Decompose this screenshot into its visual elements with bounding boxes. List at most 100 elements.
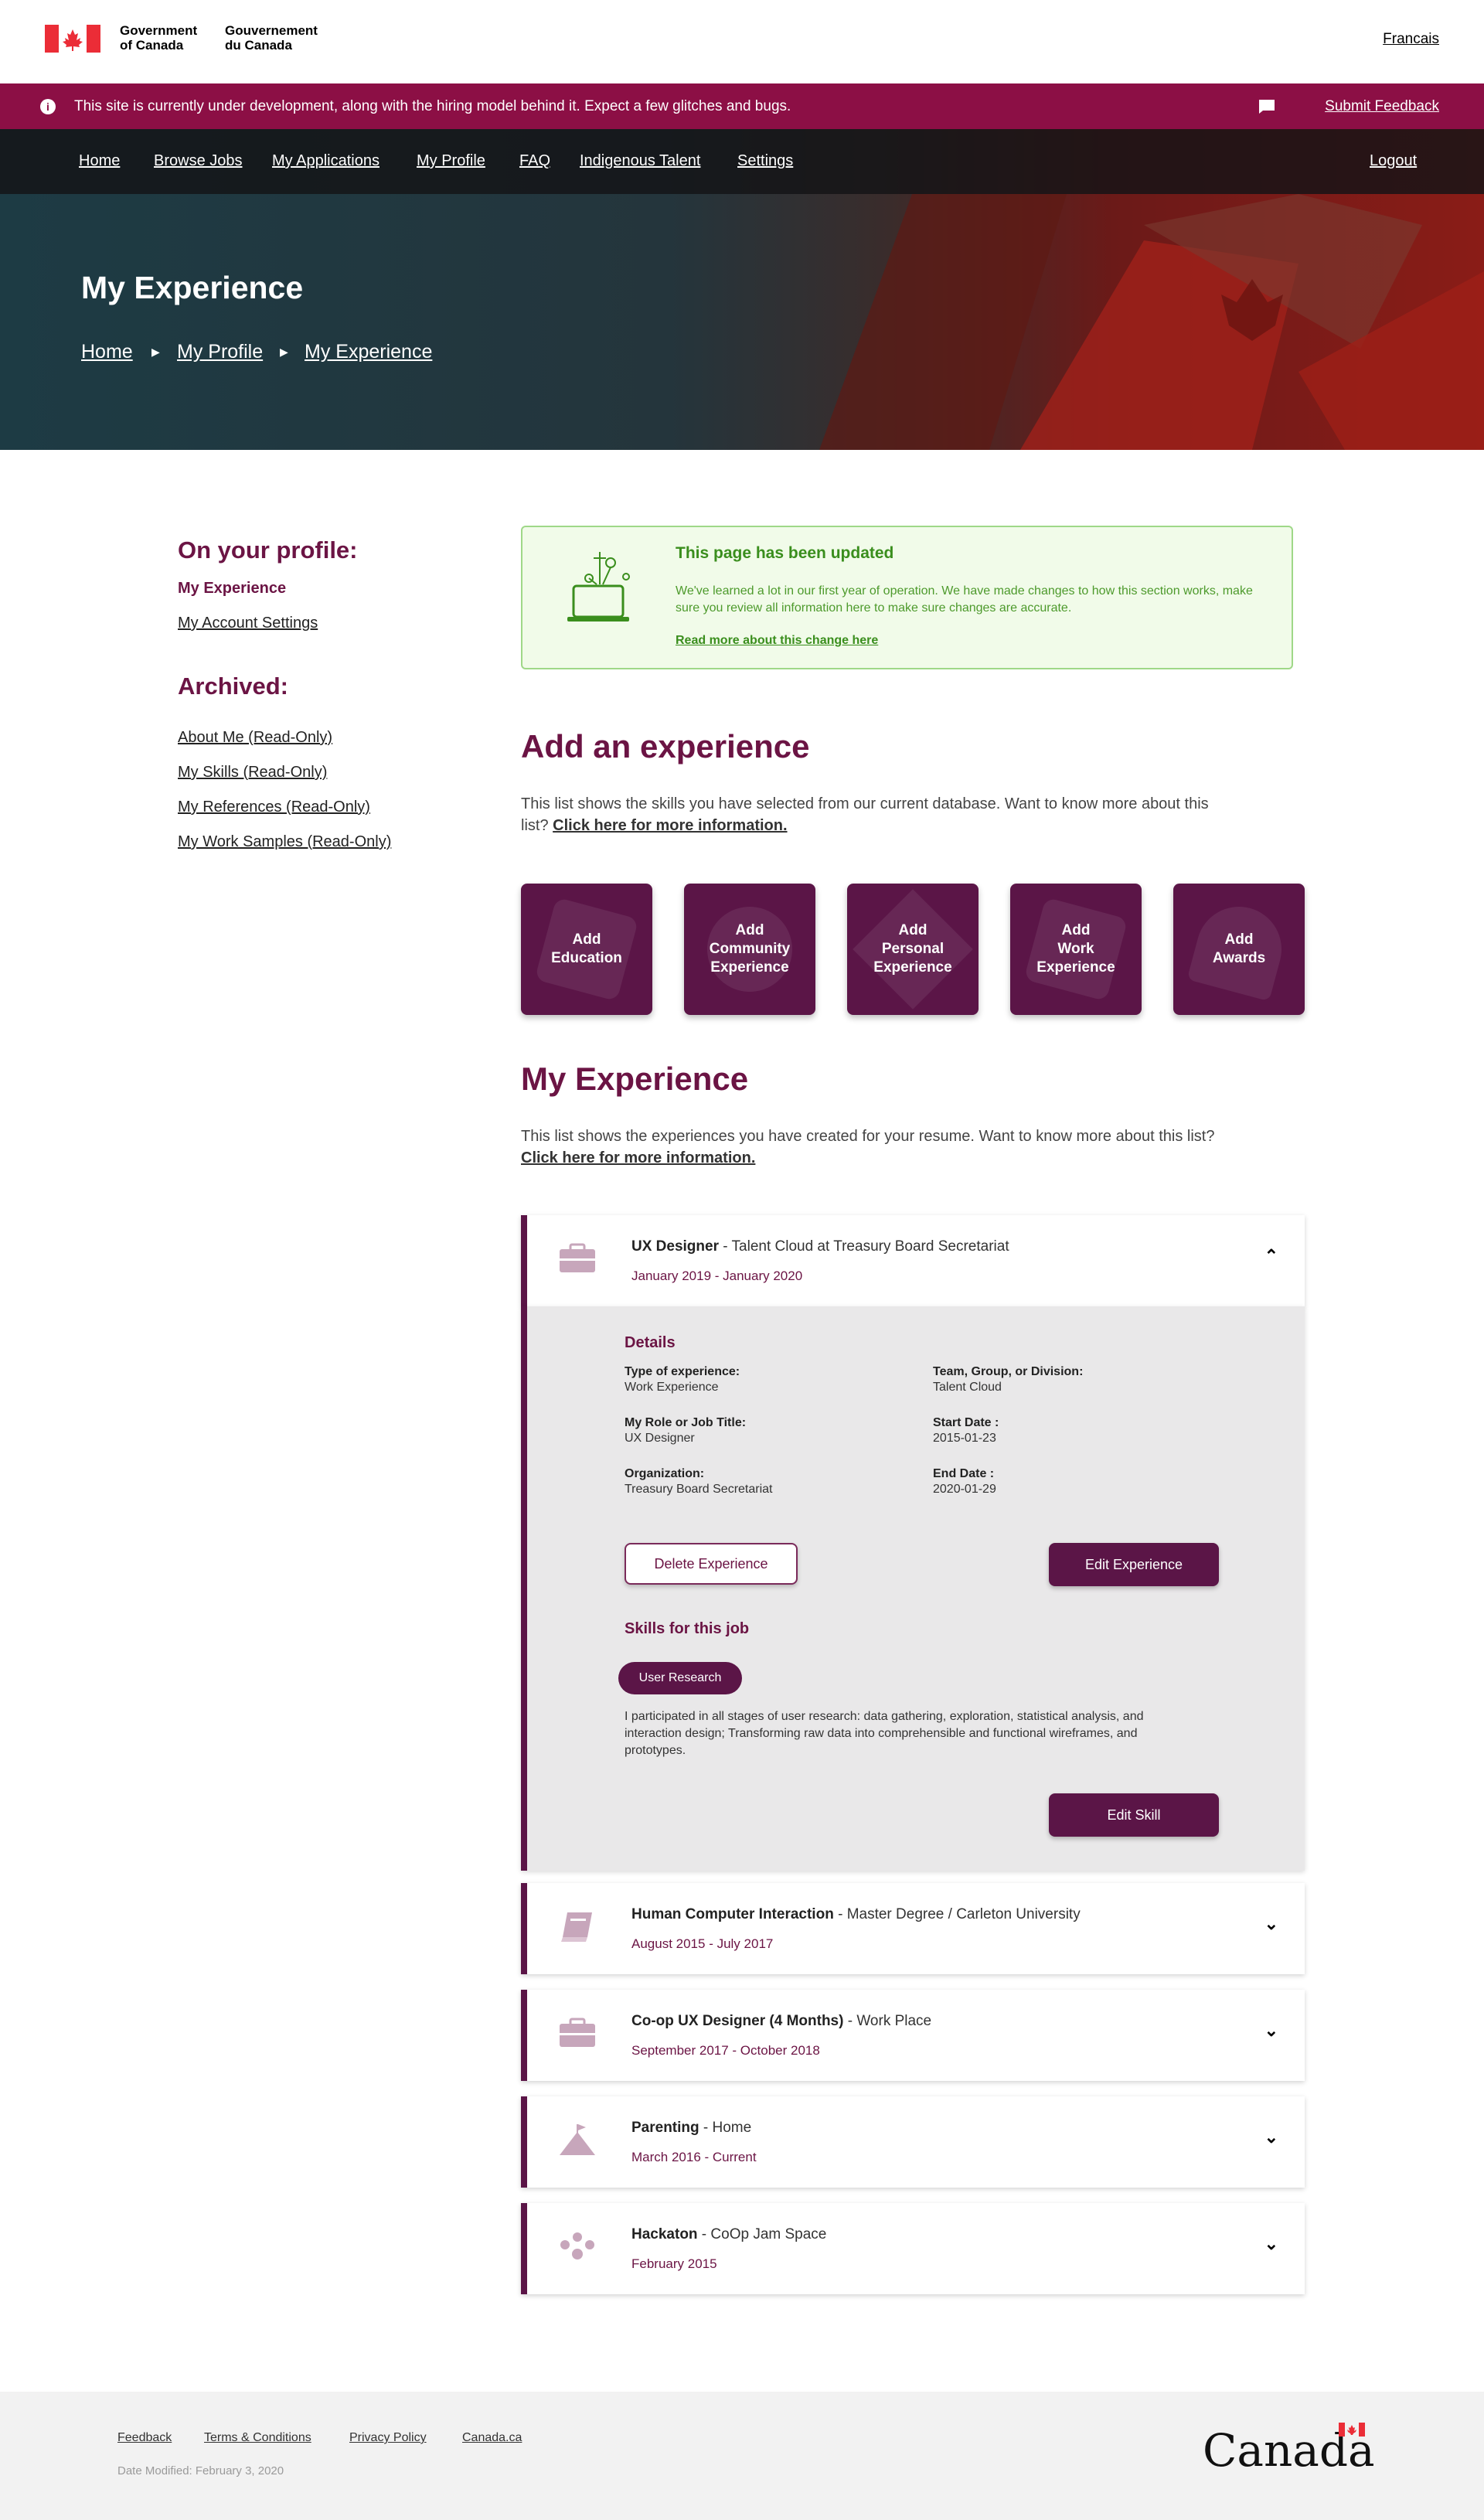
tile-label: Add Education bbox=[551, 931, 622, 966]
add-work-experience-button[interactable]: Add Work Experience bbox=[1010, 884, 1142, 1015]
end-date-value: 2020-01-29 bbox=[933, 1483, 996, 1496]
details-heading: Details bbox=[625, 1334, 676, 1351]
chat-bubble-icon bbox=[1259, 100, 1275, 114]
breadcrumb-home[interactable]: Home bbox=[81, 341, 133, 363]
experience-card[interactable]: Hackaton - CoOp Jam Space February 2015 … bbox=[521, 2203, 1305, 2294]
add-experience-heading: Add an experience bbox=[521, 728, 810, 765]
footer-terms-link[interactable]: Terms & Conditions bbox=[204, 2431, 311, 2445]
gov-header: Government of Canada Gouvernement du Can… bbox=[0, 0, 1484, 83]
chevron-down-icon[interactable]: ⌄ bbox=[1264, 2021, 1278, 2041]
tile-label: Add Personal Experience bbox=[873, 922, 952, 976]
tile-label: Add Work Experience bbox=[1036, 922, 1115, 976]
submit-feedback-link[interactable]: Submit Feedback bbox=[1325, 98, 1439, 115]
experience-date: September 2017 - October 2018 bbox=[631, 2043, 820, 2058]
organization-label: Organization: bbox=[625, 1467, 705, 1480]
my-experience-info-link[interactable]: Click here for more information. bbox=[521, 1149, 755, 1166]
experience-title: Parenting - Home bbox=[631, 2120, 751, 2137]
notice-read-more-link[interactable]: Read more about this change here bbox=[676, 634, 878, 648]
experience-date: March 2016 - Current bbox=[631, 2150, 757, 2164]
experience-card[interactable]: Co-op UX Designer (4 Months) - Work Plac… bbox=[521, 1990, 1305, 2081]
mountain-flag-icon bbox=[560, 2124, 595, 2155]
team-value: Talent Cloud bbox=[933, 1381, 1002, 1394]
page-title: My Experience bbox=[81, 270, 304, 305]
nav-logout[interactable]: Logout bbox=[1370, 152, 1417, 170]
experience-title: Human Computer Interaction - Master Degr… bbox=[631, 1906, 1081, 1923]
footer-feedback-link[interactable]: Feedback bbox=[117, 2431, 172, 2445]
my-experience-description: This list shows the experiences you have… bbox=[521, 1125, 1232, 1169]
skill-pill[interactable]: User Research bbox=[618, 1662, 742, 1694]
add-personal-experience-button[interactable]: Add Personal Experience bbox=[847, 884, 979, 1015]
sidebar-archived-heading: Archived: bbox=[178, 673, 288, 700]
experience-date: February 2015 bbox=[631, 2256, 717, 2271]
experience-title-text: Human Computer Interaction bbox=[631, 1906, 834, 1922]
experience-title: UX Designer - Talent Cloud at Treasury B… bbox=[631, 1238, 1009, 1255]
info-icon: i bbox=[40, 99, 56, 114]
experience-subtitle: - Home bbox=[699, 2120, 752, 2136]
notice-title: This page has been updated bbox=[676, 544, 894, 562]
nav-faq[interactable]: FAQ bbox=[519, 152, 550, 170]
organization-value: Treasury Board Secretariat bbox=[625, 1483, 773, 1496]
chevron-up-icon[interactable]: ⌃ bbox=[1264, 1246, 1278, 1266]
site-footer: Feedback Terms & Conditions Privacy Poli… bbox=[0, 2392, 1484, 2520]
experience-title-text: Co-op UX Designer (4 Months) bbox=[631, 2013, 844, 2029]
experience-card[interactable]: Parenting - Home March 2016 - Current ⌄ bbox=[521, 2096, 1305, 2188]
experience-date: January 2019 - January 2020 bbox=[631, 1269, 803, 1283]
add-experience-description: This list shows the skills you have sele… bbox=[521, 793, 1232, 836]
role-value: UX Designer bbox=[625, 1432, 695, 1445]
add-community-experience-button[interactable]: Add Community Experience bbox=[684, 884, 815, 1015]
my-experience-heading: My Experience bbox=[521, 1061, 749, 1097]
sidebar-profile-heading: On your profile: bbox=[178, 536, 358, 564]
experience-subtitle: - Work Place bbox=[843, 2013, 932, 2029]
sidebar-item-my-work-samples[interactable]: My Work Samples (Read-Only) bbox=[178, 833, 391, 851]
team-label: Team, Group, or Division: bbox=[933, 1365, 1084, 1378]
flag-background-image bbox=[819, 194, 1484, 450]
nav-indigenous-talent[interactable]: Indigenous Talent bbox=[580, 152, 700, 170]
laptop-celebration-icon bbox=[567, 552, 630, 621]
breadcrumb-separator-icon: ▶ bbox=[280, 346, 288, 358]
breadcrumb-my-profile[interactable]: My Profile bbox=[177, 341, 263, 363]
delete-experience-button[interactable]: Delete Experience bbox=[625, 1543, 798, 1585]
experience-card-header-expanded[interactable]: UX Designer - Talent Cloud at Treasury B… bbox=[521, 1215, 1305, 1306]
nav-my-profile[interactable]: My Profile bbox=[417, 152, 485, 170]
nav-my-applications[interactable]: My Applications bbox=[272, 152, 380, 170]
sidebar-item-about-me[interactable]: About Me (Read-Only) bbox=[178, 729, 332, 747]
date-modified: Date Modified: February 3, 2020 bbox=[117, 2464, 284, 2477]
footer-canada-link[interactable]: Canada.ca bbox=[462, 2431, 522, 2445]
add-education-button[interactable]: Add Education bbox=[521, 884, 652, 1015]
experience-title-text: Hackaton bbox=[631, 2226, 698, 2242]
role-label: My Role or Job Title: bbox=[625, 1416, 747, 1429]
add-awards-button[interactable]: Add Awards bbox=[1173, 884, 1305, 1015]
book-icon bbox=[561, 1912, 592, 1942]
experience-subtitle: - Master Degree / Carleton University bbox=[833, 1906, 1081, 1922]
breadcrumb-my-experience[interactable]: My Experience bbox=[305, 341, 432, 363]
chevron-down-icon[interactable]: ⌄ bbox=[1264, 2234, 1278, 2254]
footer-privacy-link[interactable]: Privacy Policy bbox=[349, 2431, 427, 2445]
nav-settings[interactable]: Settings bbox=[737, 152, 793, 170]
edit-skill-button[interactable]: Edit Skill bbox=[1049, 1793, 1219, 1837]
type-value: Work Experience bbox=[625, 1381, 719, 1394]
experience-card[interactable]: Human Computer Interaction - Master Degr… bbox=[521, 1883, 1305, 1974]
sidebar-item-account-settings[interactable]: My Account Settings bbox=[178, 615, 318, 632]
nav-home[interactable]: Home bbox=[79, 152, 120, 170]
language-toggle-link[interactable]: Francais bbox=[1383, 31, 1439, 48]
tile-label: Add Awards bbox=[1212, 931, 1266, 966]
gov-name-en: Government of Canada bbox=[120, 23, 198, 53]
experience-title-text: UX Designer bbox=[631, 1238, 719, 1255]
briefcase-icon bbox=[560, 1243, 595, 1272]
sidebar-item-my-skills[interactable]: My Skills (Read-Only) bbox=[178, 764, 327, 782]
nav-browse-jobs[interactable]: Browse Jobs bbox=[154, 152, 243, 170]
experience-subtitle: - Talent Cloud at Treasury Board Secreta… bbox=[718, 1238, 1009, 1255]
skill-description: I participated in all stages of user res… bbox=[625, 1710, 1144, 1757]
gov-name-fr: Gouvernement du Canada bbox=[225, 23, 318, 53]
add-experience-info-link[interactable]: Click here for more information. bbox=[553, 817, 787, 834]
sidebar-item-my-references[interactable]: My References (Read-Only) bbox=[178, 799, 370, 816]
end-date-label: End Date : bbox=[933, 1467, 995, 1480]
edit-experience-button[interactable]: Edit Experience bbox=[1049, 1543, 1219, 1586]
canada-flag-icon bbox=[1339, 2423, 1365, 2437]
main-nav: Home Browse Jobs My Applications My Prof… bbox=[0, 129, 1484, 194]
chevron-down-icon[interactable]: ⌄ bbox=[1264, 2127, 1278, 2147]
alert-message: This site is currently under development… bbox=[74, 98, 791, 114]
chevron-down-icon[interactable]: ⌄ bbox=[1264, 1914, 1278, 1934]
sidebar-item-my-experience[interactable]: My Experience bbox=[178, 580, 286, 598]
hero-banner: Home Browse Jobs My Applications My Prof… bbox=[0, 129, 1484, 450]
